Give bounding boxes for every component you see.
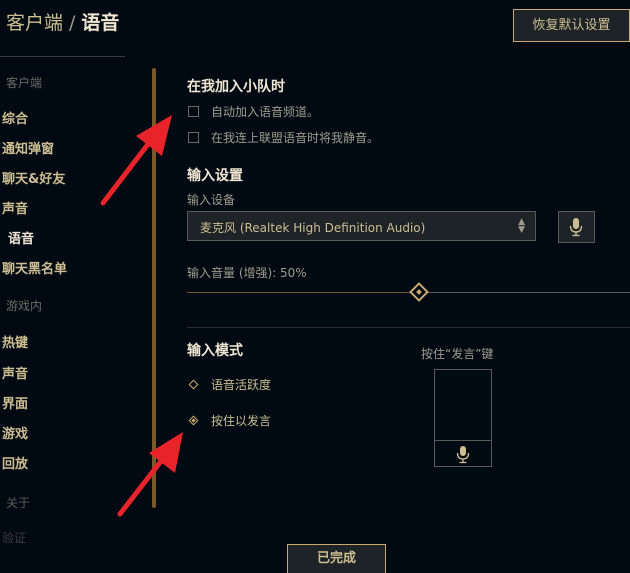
arrow-icon bbox=[117, 432, 183, 517]
annotation-arrows bbox=[100, 115, 183, 517]
arrow-icon bbox=[100, 115, 172, 206]
